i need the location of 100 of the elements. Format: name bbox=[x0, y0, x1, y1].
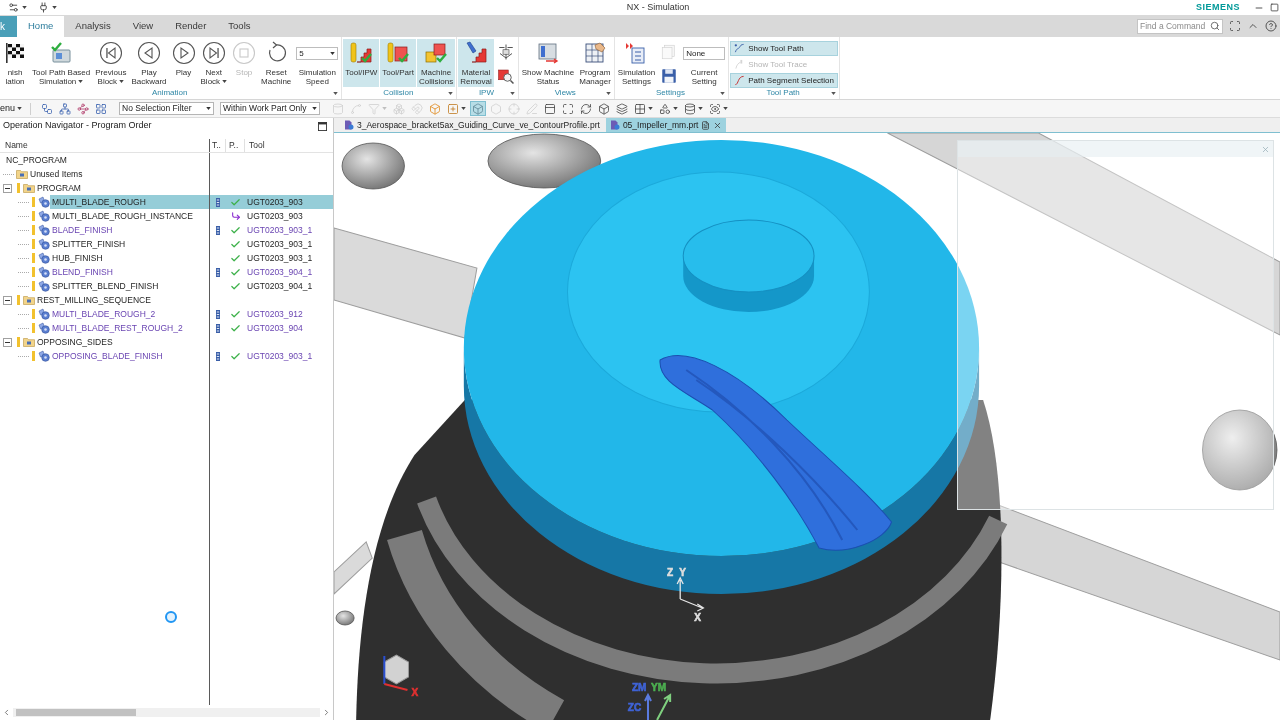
filter-dropdown[interactable]: No Selection Filter bbox=[119, 102, 215, 115]
caret-icon[interactable] bbox=[831, 91, 836, 95]
ribbon-button[interactable]: Tool/IPW bbox=[343, 39, 380, 87]
tree-item-label[interactable]: HUB_FINISH bbox=[50, 251, 209, 265]
graphics-viewport[interactable]: Z Y X X ZM YM ZC bbox=[334, 133, 1280, 720]
caret-icon[interactable] bbox=[52, 6, 57, 9]
tool-name: UGT0203_903_1 bbox=[246, 223, 313, 237]
caret-icon[interactable] bbox=[330, 52, 336, 55]
crosshair-icon bbox=[508, 102, 521, 115]
tool-name: UGT0203_903_1 bbox=[246, 237, 313, 251]
caret-icon bbox=[312, 107, 318, 110]
ribbon-button[interactable]: Previous Block bbox=[93, 39, 129, 87]
caret-icon bbox=[382, 107, 388, 110]
tree-item-label[interactable]: MULTI_BLADE_ROUGH_2 bbox=[50, 307, 209, 321]
caret-icon[interactable] bbox=[605, 91, 611, 95]
ribbon-button[interactable]: Show Machine Status bbox=[519, 39, 577, 87]
tree-item-label[interactable]: SPLITTER_FINISH bbox=[50, 237, 209, 251]
menu-button[interactable]: enu bbox=[0, 100, 23, 117]
toolbar-button[interactable] bbox=[57, 101, 74, 116]
caret-icon[interactable] bbox=[448, 91, 454, 95]
fullscreen-icon[interactable] bbox=[1229, 20, 1241, 32]
column-header[interactable]: Name bbox=[0, 139, 210, 152]
ribbon-tab[interactable]: Tools bbox=[217, 16, 262, 37]
document-tab[interactable]: 05_Impeller_mm.prt bbox=[605, 118, 727, 132]
ribbon-button[interactable]: Material Removal bbox=[458, 39, 494, 87]
tree-item-label[interactable]: PROGRAM bbox=[35, 181, 209, 195]
collapse-toggle[interactable] bbox=[3, 337, 12, 347]
help-icon[interactable] bbox=[1265, 20, 1277, 32]
ribbon-button[interactable]: nish lation bbox=[1, 39, 29, 87]
ribbon-button[interactable]: Tool Path Based Simulation bbox=[30, 39, 93, 87]
ribbon-button[interactable]: Play Backward bbox=[129, 39, 169, 87]
column-header[interactable]: P.. bbox=[226, 139, 245, 152]
caret-icon[interactable] bbox=[78, 80, 84, 83]
ribbon-button[interactable]: Machine Collisions bbox=[416, 39, 456, 87]
ribbon-button[interactable]: Play bbox=[169, 39, 198, 87]
ribbon-tab[interactable]: Home bbox=[17, 16, 65, 37]
cube-icon bbox=[472, 102, 485, 115]
frame-lines-icon[interactable] bbox=[496, 43, 515, 61]
toolbar-button[interactable] bbox=[614, 101, 631, 116]
tree-item-label[interactable]: Unused Items bbox=[28, 167, 209, 181]
ribbon-tab[interactable]: Render bbox=[164, 16, 218, 37]
tree-item-label[interactable]: NC_PROGRAM bbox=[4, 153, 209, 167]
column-header[interactable]: Tool bbox=[245, 139, 333, 152]
sliders-icon[interactable] bbox=[8, 2, 19, 13]
tree-item-label[interactable]: SPLITTER_BLEND_FINISH bbox=[50, 279, 209, 293]
field-label: Current Setting bbox=[690, 68, 718, 86]
ribbon-tab[interactable]: Analysis bbox=[64, 16, 122, 37]
scroll-right-icon[interactable] bbox=[322, 708, 331, 717]
text-field[interactable]: None bbox=[683, 47, 726, 60]
tree-item-label[interactable]: OPPOSING_SIDES bbox=[35, 335, 209, 349]
scrollbar-track[interactable] bbox=[13, 708, 320, 717]
tree-item-label[interactable]: MULTI_BLADE_ROUGH_INSTANCE bbox=[50, 209, 209, 223]
hexagon-icon bbox=[490, 102, 503, 115]
ribbon-button[interactable]: Reset Machine bbox=[259, 39, 294, 87]
toggle-button[interactable]: Show Tool Path bbox=[730, 41, 838, 56]
group-label: Settings bbox=[656, 87, 685, 99]
ribbon-tab[interactable]: View bbox=[121, 16, 165, 37]
scroll-left-icon[interactable] bbox=[2, 708, 11, 717]
caret-icon[interactable] bbox=[119, 80, 125, 83]
caret-icon[interactable] bbox=[222, 80, 228, 83]
bar-stairs-icon bbox=[463, 41, 488, 65]
collapse-toggle[interactable] bbox=[3, 295, 12, 305]
network-icon bbox=[59, 102, 72, 115]
document-icon[interactable] bbox=[701, 120, 711, 130]
ribbon-button[interactable]: Tool/Part bbox=[380, 39, 416, 87]
column-header[interactable]: T.. bbox=[210, 139, 226, 152]
collapse-toggle[interactable] bbox=[3, 183, 12, 193]
group-label: Tool Path bbox=[766, 87, 800, 99]
maximize-icon[interactable] bbox=[318, 121, 327, 131]
caret-icon[interactable] bbox=[333, 91, 339, 95]
tree-item-label[interactable]: BLEND_FINISH bbox=[50, 265, 209, 279]
disc-icon bbox=[38, 308, 50, 320]
document-tab[interactable]: 3_Aerospace_bracket5ax_Guiding_Curve_ve_ContourProfile.prt bbox=[340, 118, 604, 132]
circle-play-back-icon bbox=[136, 41, 161, 65]
tree-item-label[interactable]: MULTI_BLADE_ROUGH bbox=[50, 195, 209, 209]
ribbon-button[interactable]: Next Block bbox=[198, 39, 230, 87]
tree-item-label[interactable]: REST_MILLING_SEQUENCE bbox=[35, 293, 209, 307]
toggle-button[interactable]: Path Segment Selection bbox=[730, 73, 838, 88]
plug-icon[interactable] bbox=[38, 2, 49, 13]
search-icon[interactable] bbox=[1210, 21, 1220, 31]
toolbar-button[interactable] bbox=[470, 101, 487, 116]
caret-icon[interactable] bbox=[22, 6, 27, 9]
folder-icon bbox=[23, 337, 35, 347]
ribbon-button[interactable]: Simulation Settings bbox=[615, 39, 658, 87]
tree-item-label[interactable]: OPPOSING_BLADE_FINISH bbox=[50, 349, 209, 363]
panel-title: Operation Navigator - Program Order bbox=[3, 119, 152, 133]
orientation-cube-icon bbox=[383, 654, 409, 691]
caret-icon[interactable] bbox=[509, 91, 515, 95]
ribbon-button[interactable]: Program Manager bbox=[577, 39, 613, 87]
scrollbar-thumb[interactable] bbox=[16, 709, 136, 716]
caret-icon[interactable] bbox=[720, 91, 726, 95]
tree-item-label[interactable]: BLADE_FINISH bbox=[50, 223, 209, 237]
magnifier-block-icon[interactable] bbox=[496, 67, 515, 85]
tool-name: UGT0203_904_1 bbox=[246, 265, 313, 279]
dropdown-field[interactable]: 5 bbox=[296, 47, 339, 60]
close-icon[interactable] bbox=[713, 120, 723, 130]
tree-item-label[interactable]: MULTI_BLADE_REST_ROUGH_2 bbox=[50, 321, 209, 335]
command-search-field[interactable]: Find a Command bbox=[1137, 18, 1223, 34]
filter-dropdown[interactable]: Within Work Part Only bbox=[220, 102, 321, 115]
panel-icon bbox=[544, 102, 557, 115]
